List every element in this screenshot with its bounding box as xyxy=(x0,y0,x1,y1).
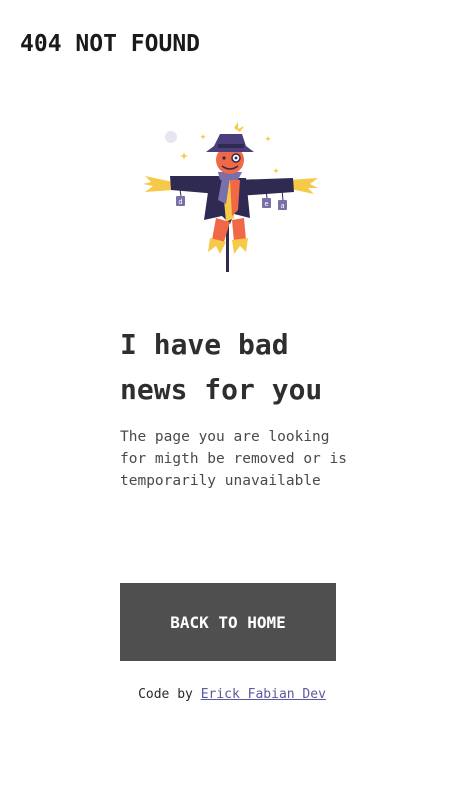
moon-shape xyxy=(165,131,177,143)
scarecrow-icon: d e a xyxy=(143,122,318,272)
page-headline: I have bad news for you xyxy=(120,328,323,406)
site-logo-text: 404 NOT FOUND xyxy=(20,31,201,57)
svg-text:e: e xyxy=(264,200,268,208)
back-to-home-button[interactable]: BACK TO HOME xyxy=(120,583,336,661)
page-description: The page you are looking for migth be re… xyxy=(120,429,347,489)
svg-text:a: a xyxy=(280,202,284,210)
author-link[interactable]: Erick Fabian Dev xyxy=(201,687,326,702)
footer-credit: Code by Erick Fabian Dev xyxy=(0,687,456,702)
svg-text:d: d xyxy=(178,198,182,206)
credit-prefix: Code by xyxy=(138,687,193,702)
